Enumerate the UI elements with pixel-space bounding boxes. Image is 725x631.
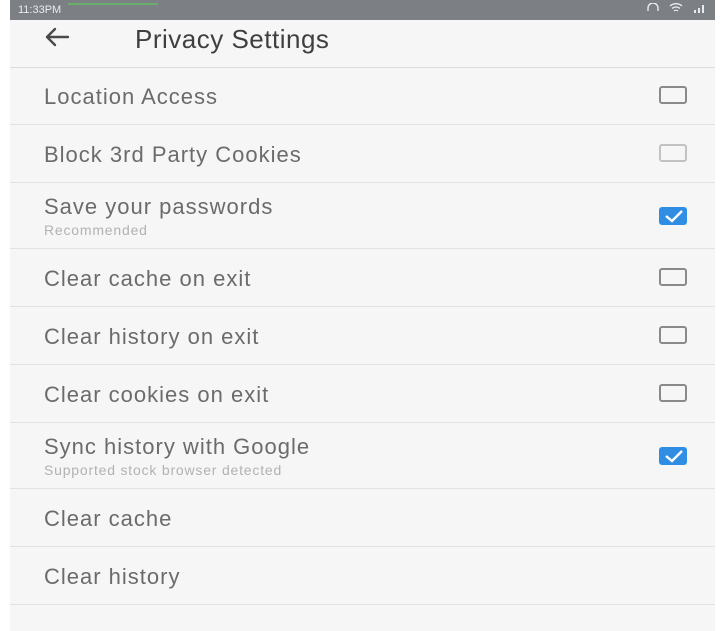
setting-clear-cookies-on-exit[interactable]: Clear cookies on exit bbox=[10, 365, 715, 423]
save-passwords-checkbox[interactable] bbox=[659, 207, 687, 225]
setting-label: Clear cache on exit bbox=[44, 266, 252, 291]
setting-save-passwords[interactable]: Save your passwords Recommended bbox=[10, 183, 715, 249]
checkmark-icon bbox=[665, 450, 683, 463]
signal-icon bbox=[693, 0, 707, 20]
progress-strip bbox=[68, 3, 158, 5]
status-left: 11:33PM bbox=[18, 0, 61, 20]
setting-label: Clear cache bbox=[44, 506, 173, 531]
location-access-checkbox[interactable] bbox=[659, 86, 687, 104]
setting-label: Clear cookies on exit bbox=[44, 382, 270, 407]
action-clear-history[interactable]: Clear history bbox=[10, 547, 715, 605]
sync-history-checkbox[interactable] bbox=[659, 447, 687, 465]
clear-history-on-exit-checkbox[interactable] bbox=[659, 326, 687, 344]
status-time: 11:33PM bbox=[18, 4, 62, 16]
arrow-left-icon[interactable] bbox=[44, 25, 70, 49]
setting-location-access[interactable]: Location Access bbox=[10, 67, 715, 125]
action-clear-cache[interactable]: Clear cache bbox=[10, 489, 715, 547]
setting-block-3rd-party-cookies[interactable]: Block 3rd Party Cookies bbox=[10, 125, 715, 183]
clear-cache-on-exit-checkbox[interactable] bbox=[659, 268, 687, 286]
setting-sync-history-google[interactable]: Sync history with Google Supported stock… bbox=[10, 423, 715, 489]
block-cookies-checkbox[interactable] bbox=[659, 144, 687, 162]
headset-icon bbox=[647, 0, 659, 20]
settings-list: Location Access Block 3rd Party Cookies … bbox=[10, 67, 715, 605]
clear-cookies-on-exit-checkbox[interactable] bbox=[659, 384, 687, 402]
status-right bbox=[647, 0, 707, 20]
page-title: Privacy Settings bbox=[135, 24, 330, 54]
app-bar: Privacy Settings bbox=[10, 20, 715, 67]
phone-screen: 11:33PM Privacy Settings Location Access… bbox=[0, 0, 725, 631]
setting-label: Block 3rd Party Cookies bbox=[44, 142, 302, 167]
setting-label: Location Access bbox=[44, 84, 218, 109]
setting-label: Clear history bbox=[44, 564, 181, 589]
setting-label: Sync history with Google bbox=[44, 434, 311, 459]
setting-clear-history-on-exit[interactable]: Clear history on exit bbox=[10, 307, 715, 365]
setting-sublabel: Supported stock browser detected bbox=[44, 462, 283, 478]
setting-sublabel: Recommended bbox=[44, 222, 148, 238]
status-bar: 11:33PM bbox=[10, 0, 715, 20]
setting-clear-cache-on-exit[interactable]: Clear cache on exit bbox=[10, 249, 715, 307]
wifi-icon bbox=[669, 0, 683, 20]
setting-label: Clear history on exit bbox=[44, 324, 260, 349]
checkmark-icon bbox=[665, 210, 683, 223]
setting-label: Save your passwords bbox=[44, 194, 274, 219]
